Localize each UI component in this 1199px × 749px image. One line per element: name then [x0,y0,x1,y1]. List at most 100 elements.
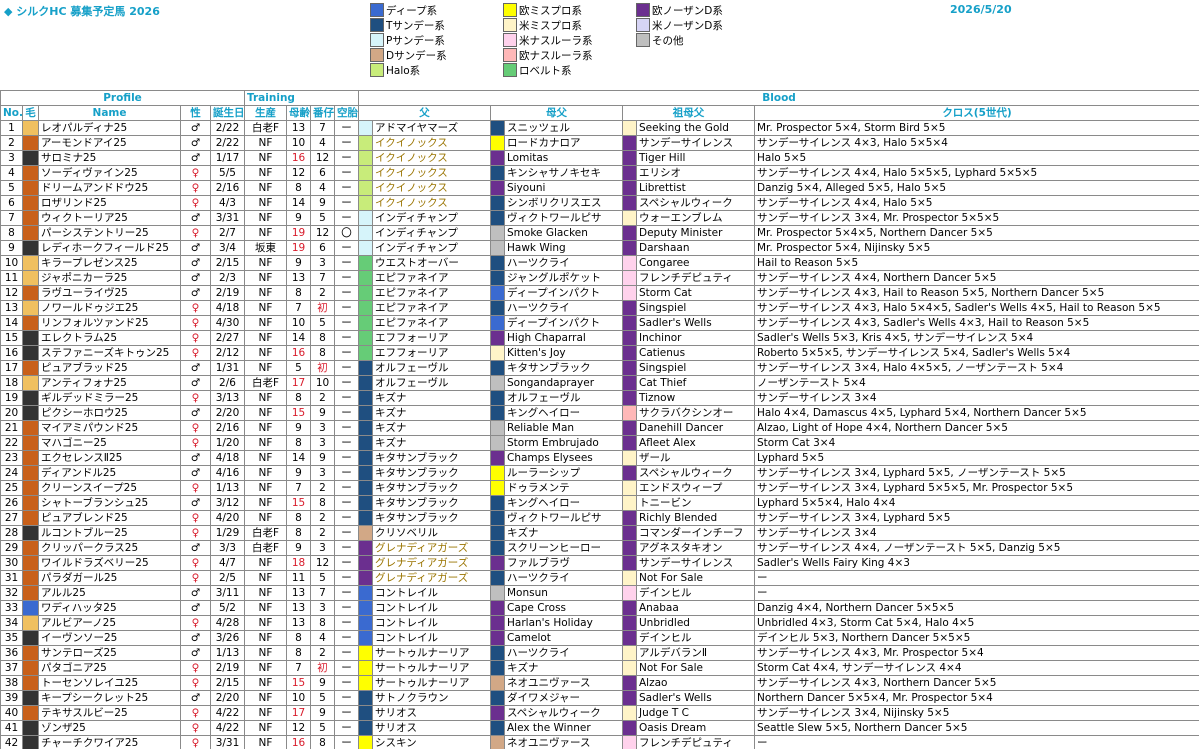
birth-order-cell: 8 [310,615,335,631]
sire-line-swatch [358,390,373,406]
table-row: 23 エクセレンスⅡ25 ♂ 4/18 NF 14 9 ーキタサンブラック Champs Ely… [0,450,1199,466]
birthday-cell: 4/22 [210,720,245,736]
empty-cell: ー [334,195,359,211]
dam-dam-sire-name: Tiger Hill [636,150,755,166]
table-row: 37 パタゴニア25 ♀ 2/19 NF 7 初ーサートゥルナーリア キズナ Not For S… [0,660,1199,676]
sex-cell: ♂ [180,240,211,256]
dam-sire-line-swatch [490,285,505,301]
table-row: 15 エレクトラム25 ♀ 2/27 NF 14 8 ーエフフォーリア High Chaparr… [0,330,1199,346]
empty-cell: ー [334,255,359,271]
dam-dam-sire-name: ザール [636,450,755,466]
coat-color-cell [22,135,39,151]
coat-color-cell [22,210,39,226]
empty-cell: ー [334,630,359,646]
horse-name: ロザリンド25 [38,195,181,211]
row-no: 6 [0,195,23,211]
inbreeding-cross: サンデーサイレンス 3×4, Mr. Prospector 5×5×5 [753,210,1199,226]
sire-line-swatch [358,375,373,391]
dam-age-cell: 16 [286,735,311,749]
dam-age-cell: 11 [286,570,311,586]
dam-age-cell: 10 [286,690,311,706]
birth-order-cell: 7 [310,585,335,601]
legend-item: 欧ナスルーラ系 [503,48,593,62]
empty-cell: ー [334,690,359,706]
dam-sire-line-swatch [490,615,505,631]
dam-sire-name: ロードカナロア [504,135,623,151]
empty-cell: ー [334,525,359,541]
inbreeding-cross: サンデーサイレンス 4×3, Hail to Reason 5×5, North… [753,285,1199,301]
horse-table: Profile Training Blood No. 毛 Name 性 誕生日 … [0,90,1199,749]
horse-name: チャーチクワイア25 [38,735,181,749]
empty-cell: ー [334,285,359,301]
dam-age-cell: 9 [286,540,311,556]
dam-dam-sire-line-swatch [622,285,637,301]
row-no: 33 [0,600,23,616]
empty-cell: ー [334,150,359,166]
inbreeding-cross: Northern Dancer 5×5×4, Mr. Prospector 5×… [753,690,1199,706]
sire-line-swatch [358,585,373,601]
sire-name: キタサンブラック [372,495,491,511]
sire-line-swatch [358,225,373,241]
dam-dam-sire-name: フレンチデピュティ [636,735,755,749]
horse-name: サロミナ25 [38,150,181,166]
coat-color-cell [22,375,39,391]
inbreeding-cross: サンデーサイレンス 4×3, Northern Dancer 5×5 [753,675,1199,691]
birthday-cell: 3/4 [210,240,245,256]
coat-color-cell [22,510,39,526]
row-no: 29 [0,540,23,556]
coat-color-cell [22,255,39,271]
dam-sire-name: ドゥラメンテ [504,480,623,496]
col-cross: クロス(5世代) [753,105,1199,121]
table-row: 24 ディアンドル25 ♂ 4/16 NF 9 3 ーキタサンブラック ルーラーシップ スペシャル… [0,465,1199,481]
horse-name: ディアンドル25 [38,465,181,481]
sex-cell: ♀ [180,480,211,496]
legend-label: 米ナスルーラ系 [519,34,593,47]
dam-dam-sire-line-swatch [622,645,637,661]
dam-age-cell: 16 [286,345,311,361]
legend-item: 欧ミスプロ系 [503,3,582,17]
dam-sire-name: ネオユニヴァース [504,675,623,691]
birth-order-cell: 5 [310,690,335,706]
dam-dam-sire-line-swatch [622,330,637,346]
dam-sire-name: ジャングルポケット [504,270,623,286]
table-row: 7 ウィクトーリア25 ♂ 3/31 NF 9 5 ーインディチャンプ ヴィクトワールピサ ウォー… [0,210,1199,226]
dam-age-cell: 8 [286,180,311,196]
dam-sire-name: Cape Cross [504,600,623,616]
col-dam-sire: 母父 [490,105,623,121]
legend-swatch [370,3,384,17]
dam-sire-name: Lomitas [504,150,623,166]
dam-age-cell: 18 [286,555,311,571]
dam-dam-sire-line-swatch [622,495,637,511]
sire-line-swatch [358,300,373,316]
coat-color-cell [22,225,39,241]
dam-dam-sire-name: サクラバクシンオー [636,405,755,421]
sex-cell: ♀ [180,660,211,676]
sex-cell: ♂ [180,540,211,556]
birthday-cell: 4/7 [210,555,245,571]
dam-age-cell: 8 [286,510,311,526]
sire-name: キズナ [372,420,491,436]
birth-order-cell: 12 [310,555,335,571]
row-no: 34 [0,615,23,631]
sire-name: オルフェーヴル [372,360,491,376]
birth-order-cell: 初 [310,660,335,676]
dam-age-cell: 13 [286,120,311,136]
sire-name: サリオス [372,720,491,736]
dam-dam-sire-line-swatch [622,630,637,646]
legend-item: ディープ系 [370,3,437,17]
dam-dam-sire-line-swatch [622,180,637,196]
row-no: 27 [0,510,23,526]
birth-order-cell: 9 [310,450,335,466]
dam-sire-line-swatch [490,660,505,676]
dam-sire-line-swatch [490,120,505,136]
farm-cell: NF [244,735,287,749]
birth-order-cell: 6 [310,240,335,256]
sire-line-swatch [358,195,373,211]
farm-cell: NF [244,225,287,241]
coat-color-cell [22,285,39,301]
sire-line-swatch [358,165,373,181]
coat-color-cell [22,465,39,481]
sex-cell: ♂ [180,450,211,466]
sire-name: イクイノックス [372,150,491,166]
dam-dam-sire-line-swatch [622,405,637,421]
